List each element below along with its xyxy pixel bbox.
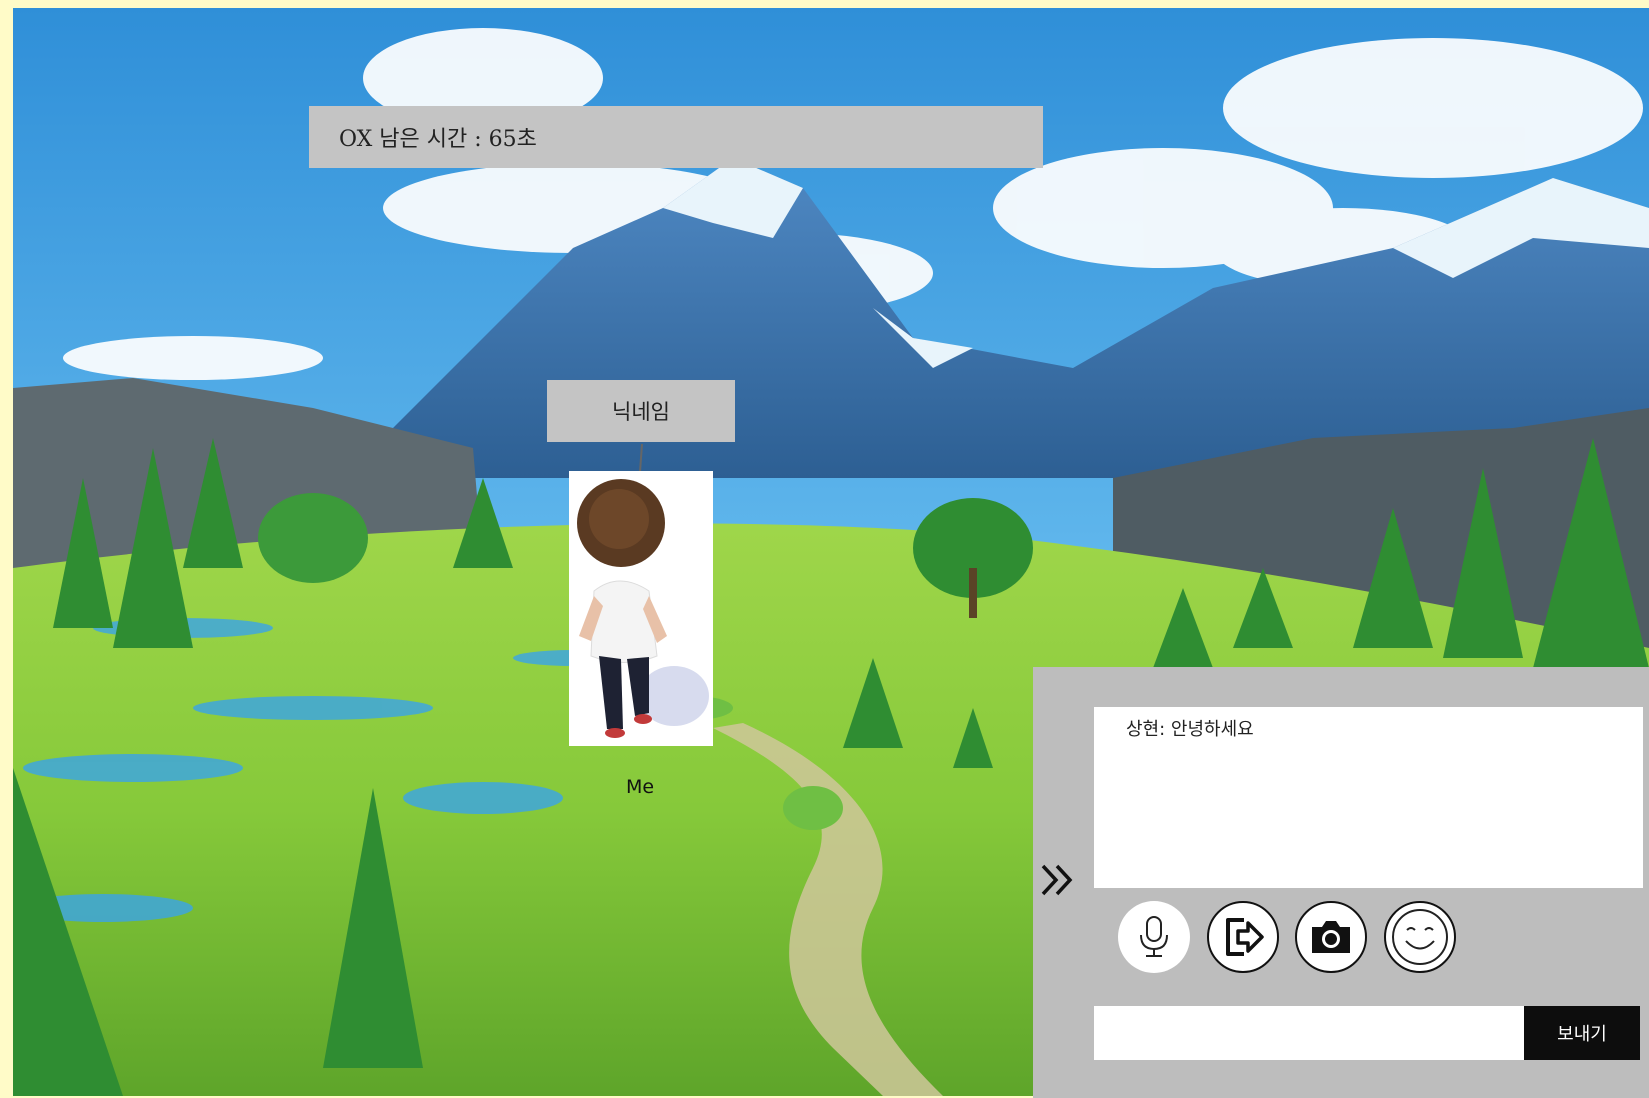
self-label: Me xyxy=(625,776,655,798)
exit-button[interactable] xyxy=(1207,901,1279,973)
send-button[interactable]: 보내기 xyxy=(1524,1006,1640,1060)
camera-button[interactable] xyxy=(1295,901,1367,973)
chat-message: 상현: 안녕하세요 xyxy=(1126,719,1254,740)
nickname-tag: 닉네임 xyxy=(547,380,735,442)
chat-message-input[interactable] xyxy=(1094,1006,1524,1060)
nickname-tag-pointer xyxy=(639,444,643,473)
exit-icon xyxy=(1226,918,1264,956)
double-chevron-right-icon xyxy=(1041,864,1073,896)
microphone-icon xyxy=(1140,916,1168,957)
microphone-button[interactable] xyxy=(1118,901,1190,973)
emoji-icon xyxy=(1392,909,1448,965)
chat-log[interactable]: 상현: 안녕하세요 xyxy=(1094,707,1643,888)
collapse-chat-button[interactable] xyxy=(1037,858,1081,902)
avatar-figure xyxy=(577,479,709,738)
camera-icon xyxy=(1312,921,1350,953)
player-avatar[interactable] xyxy=(569,471,713,746)
nickname-text: 닉네임 xyxy=(612,400,670,424)
quiz-timer-banner: OX 남은 시간 : 65초 xyxy=(309,106,1043,168)
quiz-timer-text: OX 남은 시간 : 65초 xyxy=(339,127,537,152)
emoji-button[interactable] xyxy=(1384,901,1456,973)
